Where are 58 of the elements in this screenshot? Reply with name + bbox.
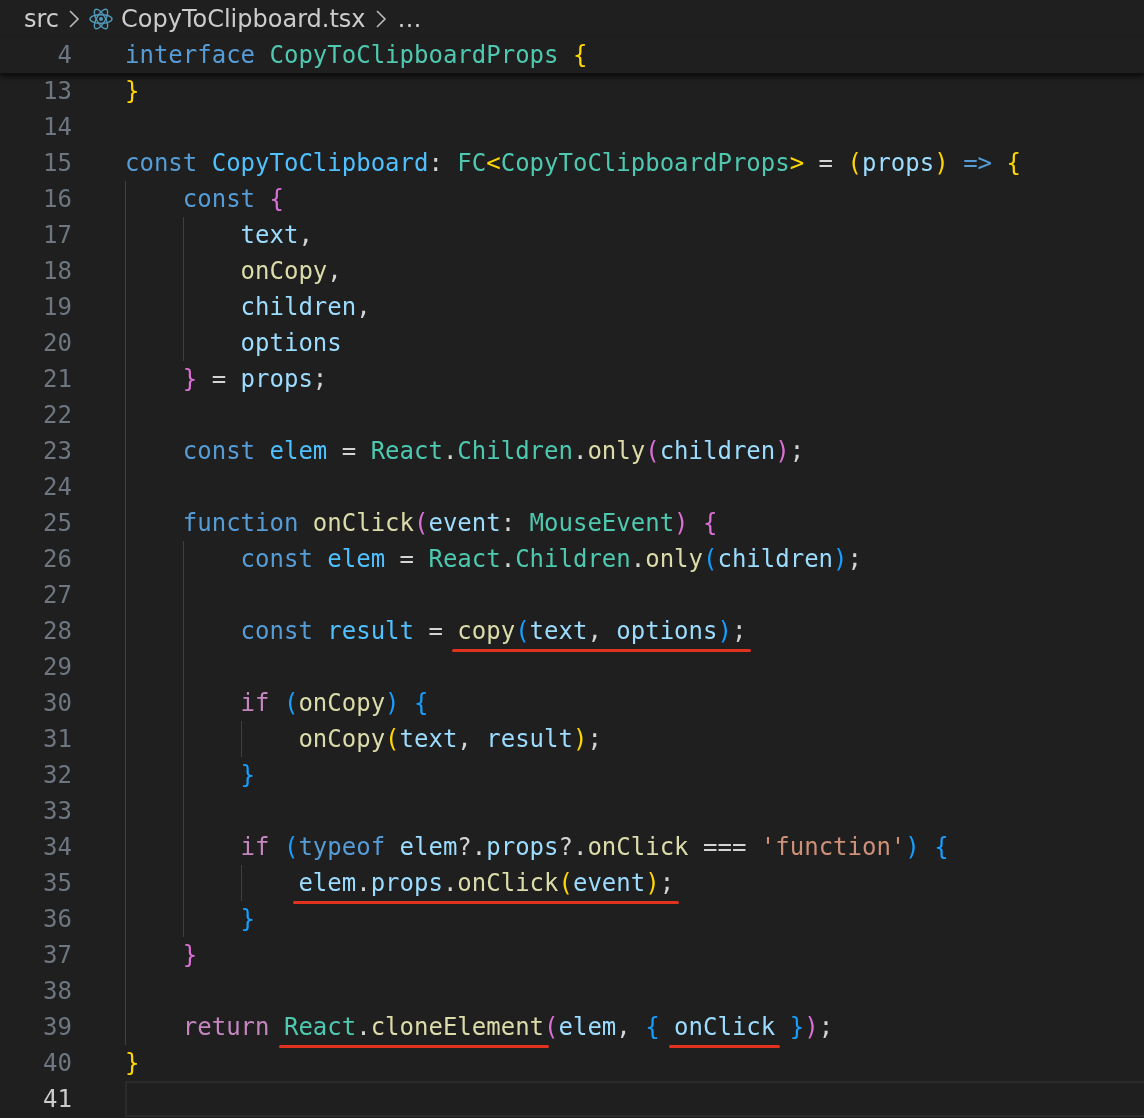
line-number: 28: [42, 617, 72, 645]
line-number: 30: [42, 689, 72, 717]
code-line: }: [181, 941, 198, 969]
code-line: if (typeof elem?.props?.onClick === 'function') {: [239, 833, 949, 861]
line-number: 37: [42, 941, 72, 969]
line-number: 32: [42, 761, 72, 789]
code-line: onCopy,: [239, 257, 342, 285]
line-number: 19: [42, 293, 72, 321]
code-line: elem.props.onClick(event);: [125, 869, 675, 897]
line-number: 34: [42, 833, 72, 861]
code-line: options: [239, 329, 342, 357]
code-line: } = props;: [181, 365, 328, 393]
atom-icon: [89, 6, 114, 31]
code-line: const elem = React.Children.only(children);: [181, 437, 805, 465]
line-number: 40: [42, 1049, 72, 1077]
breadcrumb-item[interactable]: CopyToClipboard.tsx: [121, 4, 366, 33]
breadcrumb-item[interactable]: src: [24, 4, 60, 33]
code-line: const CopyToClipboard: FC<CopyToClipboardProps> = (props) => {: [125, 149, 1021, 177]
line-number: 25: [42, 509, 72, 537]
line-number: 31: [42, 725, 72, 753]
chevron-right-icon: [373, 7, 388, 30]
code-line: }: [239, 905, 256, 933]
line-number: 22: [42, 401, 72, 429]
line-number: 15: [42, 149, 72, 177]
chevron-right-icon: [67, 7, 82, 30]
code-line: const {: [181, 185, 284, 213]
code-line: }: [239, 761, 256, 789]
line-number: 29: [42, 653, 72, 681]
line-number: 41: [42, 1085, 72, 1113]
code-line: }: [125, 77, 140, 105]
code-line: onCopy(text, result);: [297, 725, 602, 753]
line-number: 26: [42, 545, 72, 573]
line-number: 24: [42, 473, 72, 501]
line-number: 33: [42, 797, 72, 825]
code-line: const elem = React.Children.only(children);: [239, 545, 862, 573]
line-number: 21: [42, 365, 72, 393]
line-number: 17: [42, 221, 72, 249]
line-number: 4: [56, 41, 72, 69]
line-number: 36: [42, 905, 72, 933]
code-line: return React.cloneElement(elem, { onClick });: [125, 1013, 834, 1041]
code-line: interface CopyToClipboardProps {: [125, 41, 588, 69]
line-number: 16: [42, 185, 72, 213]
line-number: 13: [42, 77, 72, 105]
line-number: 38: [42, 977, 72, 1005]
code-line: children,: [239, 293, 371, 321]
line-number: 18: [42, 257, 72, 285]
line-number: 20: [42, 329, 72, 357]
line-number: 27: [42, 581, 72, 609]
line-number: 35: [42, 869, 72, 897]
code-line: function onClick(event: MouseEvent) {: [181, 509, 718, 537]
line-number: 23: [42, 437, 72, 465]
code-line: }: [125, 1049, 140, 1077]
line-number: 39: [42, 1013, 72, 1041]
breadcrumb-more[interactable]: …: [397, 4, 422, 33]
code-line: text,: [239, 221, 313, 249]
line-number: 14: [42, 113, 72, 141]
code-line: const result = copy(text, options);: [125, 617, 747, 645]
code-line: if (onCopy) {: [239, 689, 429, 717]
